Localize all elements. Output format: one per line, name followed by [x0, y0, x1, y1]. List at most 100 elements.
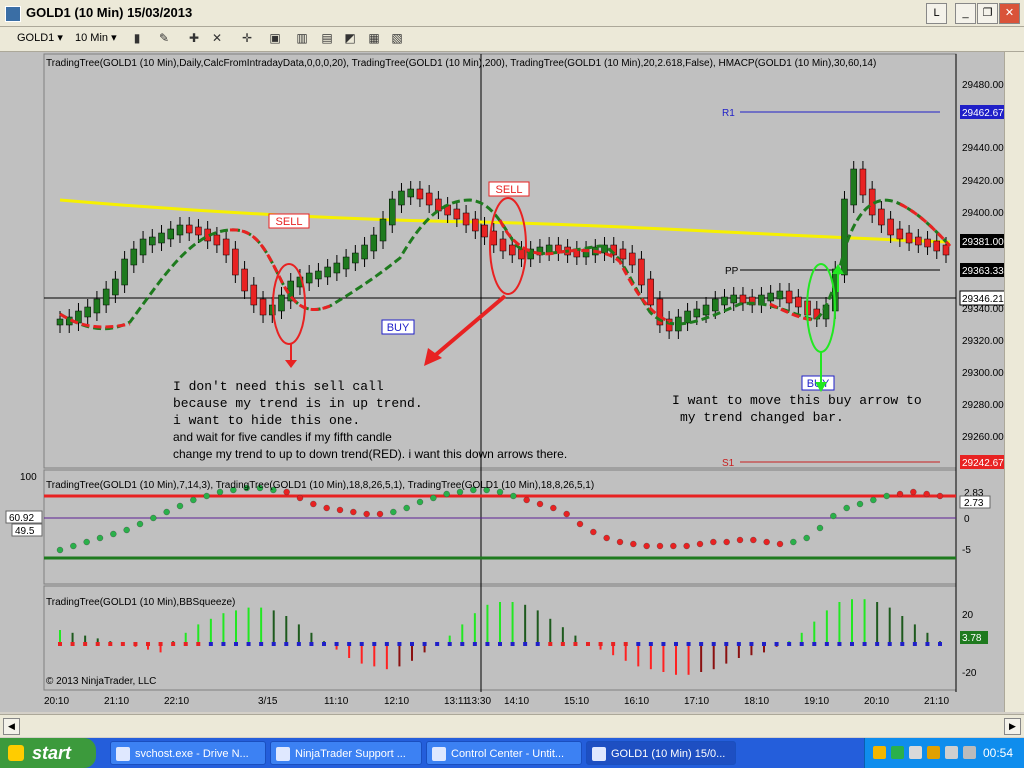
candle-body — [776, 290, 784, 300]
candle-body — [767, 292, 774, 302]
time-tick: 17:10 — [684, 696, 709, 707]
annotation-line: I want to move this buy arrow to — [672, 393, 922, 408]
s1-label: S1 — [722, 458, 735, 469]
candle-body — [638, 258, 645, 286]
pencil-icon[interactable]: ✎ — [155, 30, 173, 47]
interval-selector[interactable]: 10 Min ▾ — [72, 30, 126, 47]
candle-body — [222, 238, 230, 256]
oscillator-dot — [696, 540, 704, 548]
tray-icon[interactable] — [891, 746, 904, 759]
oscillator-dot — [803, 534, 810, 542]
tray-icon[interactable] — [909, 746, 922, 759]
squeeze-dot — [422, 642, 427, 646]
squeeze-dot — [133, 642, 138, 646]
tabs-icon[interactable]: ▧ — [388, 30, 406, 47]
squeeze-dot — [95, 642, 100, 646]
squeeze-dot — [648, 642, 653, 646]
squeeze-dot — [674, 642, 678, 646]
squeeze-dot — [271, 642, 276, 646]
title-bar: GOLD1 (10 Min) 15/03/2013 L _ ❐ ✕ — [0, 0, 1024, 27]
strategies-icon[interactable]: ▤ — [318, 30, 336, 47]
squeeze-dot — [435, 642, 440, 646]
link-button[interactable]: L — [926, 3, 947, 24]
oscillator-dot — [656, 542, 664, 550]
candle-body — [407, 188, 414, 198]
oscillator-dot — [763, 538, 770, 546]
tray-icon[interactable] — [927, 746, 940, 759]
oscillator-dot — [936, 492, 944, 500]
squeeze-dot — [208, 642, 213, 646]
osc-axis-left-tick: 100 — [20, 472, 37, 483]
task-button[interactable]: GOLD1 (10 Min) 15/0... — [586, 741, 736, 765]
task-button[interactable]: svchost.exe - Drive N... — [110, 741, 266, 765]
oscillator-dot — [723, 538, 730, 546]
crosshair-icon[interactable]: ✛ — [238, 30, 256, 47]
squeeze-dot — [573, 642, 578, 646]
chart-canvas[interactable]: R1 PP S1 SELL SELL BUY BUY TradingTree(G… — [0, 52, 1013, 712]
candle-body — [315, 270, 322, 280]
candle-body — [499, 238, 507, 252]
osc-axis-left-tick: 49.5 — [15, 526, 35, 537]
annotation-line: I don't need this sell call — [173, 379, 384, 394]
candle-body — [425, 192, 433, 206]
close-button[interactable]: ✕ — [999, 3, 1020, 24]
candle-body — [518, 248, 525, 260]
oscillator-dot — [550, 504, 557, 512]
bar-type-icon[interactable]: ▮ — [128, 30, 146, 47]
oscillator-dot — [736, 536, 744, 544]
task-button[interactable]: NinjaTrader Support ... — [270, 741, 422, 765]
copyright-text: © 2013 NinjaTrader, LLC — [46, 676, 156, 687]
horizontal-scrollbar[interactable]: ◀ ▶ — [0, 714, 1024, 737]
oscillator-dot — [83, 538, 90, 546]
candle-body — [472, 218, 479, 232]
oscillator-dot — [816, 524, 824, 532]
vertical-scrollbar[interactable] — [1004, 52, 1024, 712]
candle-body — [702, 304, 710, 316]
tray-icon[interactable] — [873, 746, 886, 759]
cursor-price: 29346.21 — [962, 294, 1004, 305]
candle-body — [712, 298, 719, 312]
candle-body — [481, 224, 488, 238]
volume-icon[interactable] — [963, 746, 976, 759]
zoom-in-icon[interactable]: ✚ — [185, 30, 203, 47]
squeeze-dot — [359, 642, 364, 646]
data-box-icon[interactable]: ▦ — [365, 30, 383, 47]
indicators-icon[interactable]: ▥ — [293, 30, 311, 47]
time-tick: 12:10 — [384, 696, 409, 707]
clock: 00:54 — [982, 746, 1013, 760]
annotation-line: my trend changed bar. — [680, 410, 844, 425]
candle-body — [195, 226, 202, 236]
oscillator-dot — [510, 492, 517, 500]
candle-body — [730, 294, 737, 304]
zoom-out-icon[interactable]: ✕ — [208, 30, 226, 47]
time-tick: 20:10 — [44, 696, 69, 707]
candle-body — [158, 232, 165, 244]
annotation-line: i want to hide this one. — [173, 413, 360, 428]
task-button[interactable]: Control Center - Untit... — [426, 741, 582, 765]
minimize-button[interactable]: _ — [955, 3, 976, 24]
buy-signal-1: BUY — [387, 322, 410, 334]
candle-body — [342, 256, 350, 270]
last-price: 29381.00 — [962, 237, 1004, 248]
squeeze-dot — [259, 642, 264, 646]
candle-body — [379, 218, 387, 242]
scroll-left-icon[interactable]: ◀ — [3, 718, 20, 735]
restore-button[interactable]: ❐ — [977, 3, 998, 24]
squeeze-dot — [925, 642, 930, 646]
chart-style-icon[interactable]: ◩ — [341, 30, 359, 47]
oscillator-dot — [910, 488, 917, 496]
oscillator-dot — [363, 510, 370, 518]
scroll-right-icon[interactable]: ▶ — [1004, 718, 1021, 735]
oscillator-dot — [750, 536, 757, 544]
candle-body — [850, 168, 857, 206]
squeeze-dot — [485, 642, 490, 646]
oscillator-dot — [163, 508, 170, 516]
chart-area[interactable]: R1 PP S1 SELL SELL BUY BUY TradingTree(G… — [0, 52, 1013, 712]
properties-icon[interactable]: ▣ — [266, 30, 284, 47]
tray-icon[interactable] — [945, 746, 958, 759]
candle-body — [102, 288, 110, 306]
start-button[interactable]: start — [0, 738, 96, 768]
annotation-line: and wait for five candles if my fifth ca… — [173, 430, 392, 444]
instrument-selector[interactable]: GOLD1 ▾ — [14, 30, 70, 47]
candle-body — [250, 284, 258, 306]
